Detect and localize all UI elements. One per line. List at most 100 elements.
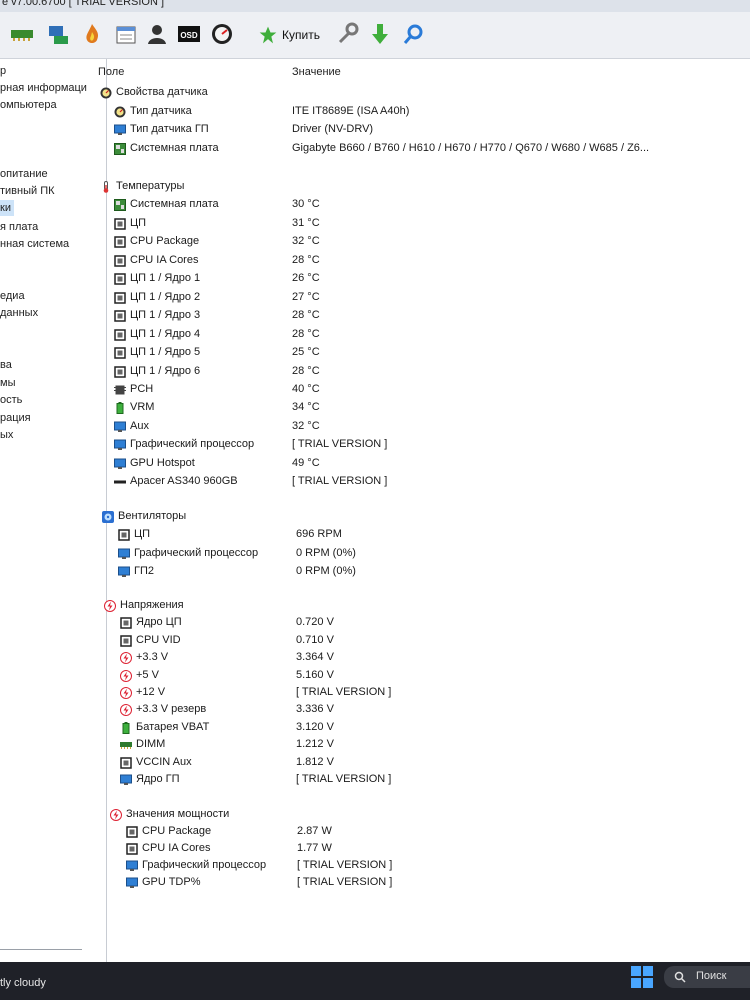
sensor-row[interactable]: Системная плата 30 °C — [92, 196, 750, 214]
sidebar-item[interactable]: я плата — [0, 219, 38, 235]
group-header-voltages[interactable]: Напряжения — [92, 597, 750, 615]
taskbar-search[interactable]: Поиск — [664, 966, 750, 988]
sensor-row[interactable]: Графический процессор [ TRIAL VERSION ] — [92, 436, 750, 454]
sidebar-item-selected[interactable]: ки — [0, 200, 14, 216]
sidebar-item[interactable]: опитание — [0, 166, 48, 182]
gauge-icon — [100, 86, 112, 99]
sensor-row[interactable]: ЦП 31 °C — [92, 215, 750, 233]
gpu-monitor-icon — [114, 123, 126, 136]
drive-icon — [114, 475, 126, 487]
sensor-label: Системная плата — [130, 198, 219, 211]
sidebar-item[interactable]: ость — [0, 392, 22, 408]
sidebar-divider — [0, 949, 82, 950]
sensor-value: 1.812 V — [296, 755, 334, 768]
navigation-tree: р рная информаци омпьютера опитание тивн… — [0, 59, 107, 962]
sensor-row[interactable]: VRM 34 °C — [92, 399, 750, 417]
sensor-row[interactable]: GPU TDP% [ TRIAL VERSION ] — [92, 874, 750, 892]
sidebar-item[interactable]: ва — [0, 357, 12, 373]
group-header-power[interactable]: Значения мощности — [92, 806, 750, 824]
voltage-icon — [120, 703, 132, 717]
memory-icon — [120, 738, 132, 750]
sensor-value: 696 RPM — [296, 528, 342, 541]
sidebar-item[interactable]: нная система — [0, 236, 69, 252]
sensor-row[interactable]: Батарея VBAT 3.120 V — [92, 719, 750, 737]
sensor-row[interactable]: ЦП 1 / Ядро 2 27 °C — [92, 289, 750, 307]
column-header-value[interactable]: Значение — [292, 66, 341, 78]
sidebar-item[interactable]: ых — [0, 427, 13, 443]
sensor-row[interactable]: +3.3 V 3.364 V — [92, 649, 750, 667]
sensor-row[interactable]: +12 V [ TRIAL VERSION ] — [92, 684, 750, 702]
calendar-icon[interactable] — [114, 22, 138, 46]
sensor-row[interactable]: ЦП 1 / Ядро 1 26 °C — [92, 270, 750, 288]
search-icon[interactable] — [402, 22, 426, 46]
sensor-row[interactable]: Системная плата Gigabyte B660 / B760 / H6… — [92, 140, 750, 158]
column-header-field[interactable]: Поле — [98, 66, 124, 78]
sensor-row[interactable]: ЦП 1 / Ядро 5 25 °C — [92, 344, 750, 362]
sensor-value: [ TRIAL VERSION ] — [292, 438, 388, 451]
windows-start-icon[interactable] — [631, 966, 653, 988]
sensor-row[interactable]: ЦП 1 / Ядро 6 28 °C — [92, 363, 750, 381]
sensor-label: Apacer AS340 960GB — [130, 475, 238, 488]
sidebar-item[interactable]: р — [0, 63, 6, 79]
group-header-fans[interactable]: Вентиляторы — [92, 508, 750, 526]
sensor-row[interactable]: Aux 32 °C — [92, 418, 750, 436]
fan-icon — [102, 510, 114, 523]
sensor-row[interactable]: GPU Hotspot 49 °C — [92, 455, 750, 473]
sidebar-item[interactable]: рная информаци — [0, 80, 87, 96]
sensor-label: PCH — [130, 382, 154, 395]
sensor-row[interactable]: CPU IA Cores 28 °C — [92, 252, 750, 270]
sensor-value: Driver (NV-DRV) — [292, 123, 374, 136]
sensor-row[interactable]: Тип датчика ГП Driver (NV-DRV) — [92, 121, 750, 139]
sidebar-item[interactable]: мы — [0, 375, 15, 391]
sensor-value: 26 °C — [292, 272, 320, 285]
sensor-row[interactable]: Графический процессор 0 RPM (0%) — [92, 545, 750, 563]
cpu-chip-icon — [120, 616, 132, 630]
sensor-row[interactable]: CPU Package 32 °C — [92, 233, 750, 251]
flame-icon[interactable] — [80, 22, 104, 46]
sensor-row[interactable]: VCCIN Aux 1.812 V — [92, 754, 750, 772]
sensor-label: Aux — [130, 419, 149, 432]
sensor-row[interactable]: +3.3 V резерв 3.336 V — [92, 701, 750, 719]
group-header-sensor-props[interactable]: Свойства датчика — [92, 84, 750, 102]
sensor-value: 3.336 V — [296, 703, 334, 716]
voltage-icon — [120, 686, 132, 699]
sensor-row[interactable]: Ядро ГП [ TRIAL VERSION ] — [92, 771, 750, 789]
sensor-row[interactable]: CPU VID 0.710 V — [92, 632, 750, 650]
osd-icon[interactable]: OSD — [177, 22, 201, 46]
buy-button[interactable]: Купить — [258, 22, 320, 48]
sidebar-item[interactable]: данных — [0, 305, 38, 321]
sensor-row[interactable]: DIMM 1.212 V — [92, 736, 750, 754]
weather-widget[interactable]: tly cloudy — [0, 977, 46, 989]
sensor-row[interactable]: PCH 40 °C — [92, 381, 750, 399]
pch-chip-icon — [114, 383, 126, 395]
sensor-row[interactable]: ЦП 1 / Ядро 4 28 °C — [92, 326, 750, 344]
user-icon[interactable] — [145, 22, 169, 46]
sensor-row[interactable]: Тип датчика ITE IT8689E (ISA A40h) — [92, 103, 750, 121]
sensor-row[interactable]: +5 V 5.160 V — [92, 667, 750, 685]
thermometer-icon — [100, 180, 112, 193]
sensor-row[interactable]: ГП2 0 RPM (0%) — [92, 563, 750, 581]
sensor-value: [ TRIAL VERSION ] — [297, 859, 393, 871]
network-icon[interactable] — [46, 22, 70, 46]
sensor-row[interactable]: ЦП 696 RPM — [92, 526, 750, 544]
sensor-label: Батарея VBAT — [136, 720, 210, 733]
sidebar-item[interactable]: едиа — [0, 288, 25, 304]
tools-icon[interactable] — [336, 22, 360, 46]
download-arrow-icon[interactable] — [368, 22, 392, 46]
sensor-row[interactable]: CPU IA Cores 1.77 W — [92, 840, 750, 858]
gauge-icon[interactable] — [210, 22, 234, 46]
sensor-row[interactable]: ЦП 1 / Ядро 3 28 °C — [92, 307, 750, 325]
sensor-label: ЦП — [134, 528, 151, 541]
sensor-value: 0.720 V — [296, 616, 334, 629]
sensor-row[interactable]: Apacer AS340 960GB [ TRIAL VERSION ] — [92, 473, 750, 491]
sensor-row[interactable]: Графический процессор [ TRIAL VERSION ] — [92, 857, 750, 875]
memory-icon[interactable] — [10, 22, 34, 46]
sidebar-item[interactable]: рация — [0, 410, 31, 426]
sidebar-item[interactable]: тивный ПК — [0, 183, 55, 199]
sensor-row[interactable]: Ядро ЦП 0.720 V — [92, 614, 750, 632]
sensor-row[interactable]: CPU Package 2.87 W — [92, 823, 750, 841]
group-title: Значения мощности — [126, 808, 230, 820]
sensor-value: 27 °C — [292, 290, 320, 303]
group-header-temperatures[interactable]: Температуры — [92, 178, 750, 196]
sidebar-item[interactable]: омпьютера — [0, 97, 57, 113]
